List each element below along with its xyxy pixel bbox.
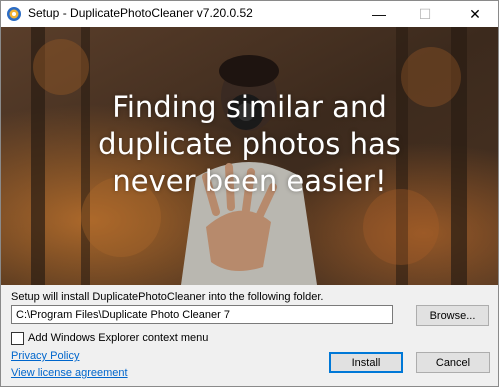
privacy-policy-link[interactable]: Privacy Policy — [11, 350, 79, 362]
banner-image: Finding similar and duplicate photos has… — [1, 27, 498, 285]
cancel-button[interactable]: Cancel — [416, 352, 490, 373]
maximize-button: ☐ — [418, 5, 432, 22]
close-button[interactable]: ✕ — [452, 1, 498, 27]
license-agreement-link[interactable]: View license agreement — [11, 367, 128, 379]
window-title: Setup - DuplicatePhotoCleaner v7.20.0.52 — [28, 6, 253, 20]
app-icon — [6, 6, 22, 22]
browse-button[interactable]: Browse... — [416, 305, 489, 326]
headline-line: Finding similar and — [112, 90, 387, 124]
banner-headline: Finding similar and duplicate photos has… — [1, 89, 498, 200]
install-location-message: Setup will install DuplicatePhotoCleaner… — [11, 291, 324, 303]
install-path-input[interactable] — [11, 305, 393, 324]
headline-line: duplicate photos has — [98, 127, 401, 161]
install-button[interactable]: Install — [329, 352, 403, 373]
setup-window: Setup - DuplicatePhotoCleaner v7.20.0.52… — [0, 0, 499, 387]
minimize-button[interactable]: — — [356, 1, 402, 27]
headline-line: never been easier! — [112, 164, 387, 198]
context-menu-checkbox[interactable] — [11, 332, 24, 345]
title-bar[interactable]: Setup - DuplicatePhotoCleaner v7.20.0.52… — [1, 1, 498, 27]
context-menu-label[interactable]: Add Windows Explorer context menu — [28, 332, 208, 344]
